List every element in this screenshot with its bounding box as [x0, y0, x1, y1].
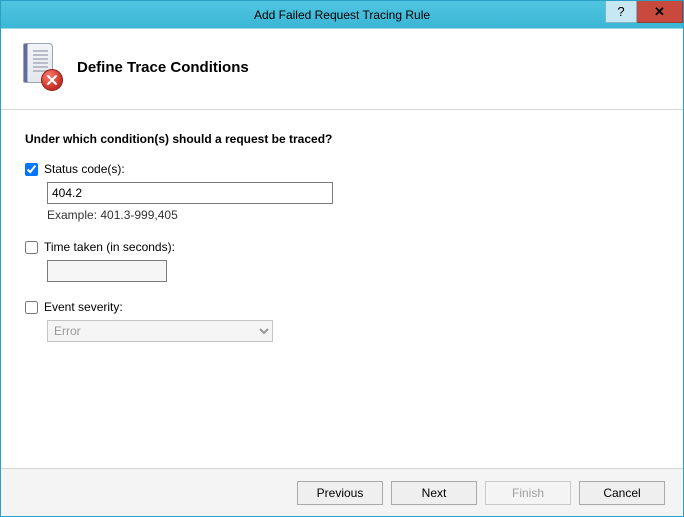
previous-button[interactable]: Previous — [297, 481, 383, 505]
question-label: Under which condition(s) should a reques… — [25, 132, 659, 146]
window-title: Add Failed Request Tracing Rule — [1, 8, 683, 22]
title-controls: ? ✕ — [605, 1, 683, 23]
wizard-icon — [19, 43, 63, 91]
event-severity-block: Event severity: Error — [25, 300, 659, 342]
time-taken-label: Time taken (in seconds): — [44, 240, 175, 254]
wizard-footer: Previous Next Finish Cancel — [1, 468, 683, 516]
next-button[interactable]: Next — [391, 481, 477, 505]
page-title: Define Trace Conditions — [77, 59, 249, 76]
event-severity-checkbox[interactable] — [25, 301, 38, 314]
status-codes-block: Status code(s): Example: 401.3-999,405 — [25, 162, 659, 222]
close-icon: ✕ — [654, 4, 665, 20]
time-taken-block: Time taken (in seconds): — [25, 240, 659, 282]
dialog-window: Add Failed Request Tracing Rule ? ✕ Defi… — [0, 0, 684, 517]
status-codes-label: Status code(s): — [44, 162, 125, 176]
status-codes-example: Example: 401.3-999,405 — [47, 208, 659, 222]
wizard-header: Define Trace Conditions — [1, 29, 683, 110]
status-codes-checkbox[interactable] — [25, 163, 38, 176]
event-severity-select[interactable]: Error — [47, 320, 273, 342]
error-badge-icon — [41, 69, 63, 91]
status-codes-input[interactable] — [47, 182, 333, 204]
help-button[interactable]: ? — [605, 1, 637, 23]
content-area: Under which condition(s) should a reques… — [1, 110, 683, 468]
close-button[interactable]: ✕ — [637, 1, 683, 23]
titlebar: Add Failed Request Tracing Rule ? ✕ — [1, 1, 683, 29]
time-taken-input[interactable] — [47, 260, 167, 282]
cancel-button[interactable]: Cancel — [579, 481, 665, 505]
time-taken-checkbox[interactable] — [25, 241, 38, 254]
event-severity-label: Event severity: — [44, 300, 123, 314]
finish-button[interactable]: Finish — [485, 481, 571, 505]
